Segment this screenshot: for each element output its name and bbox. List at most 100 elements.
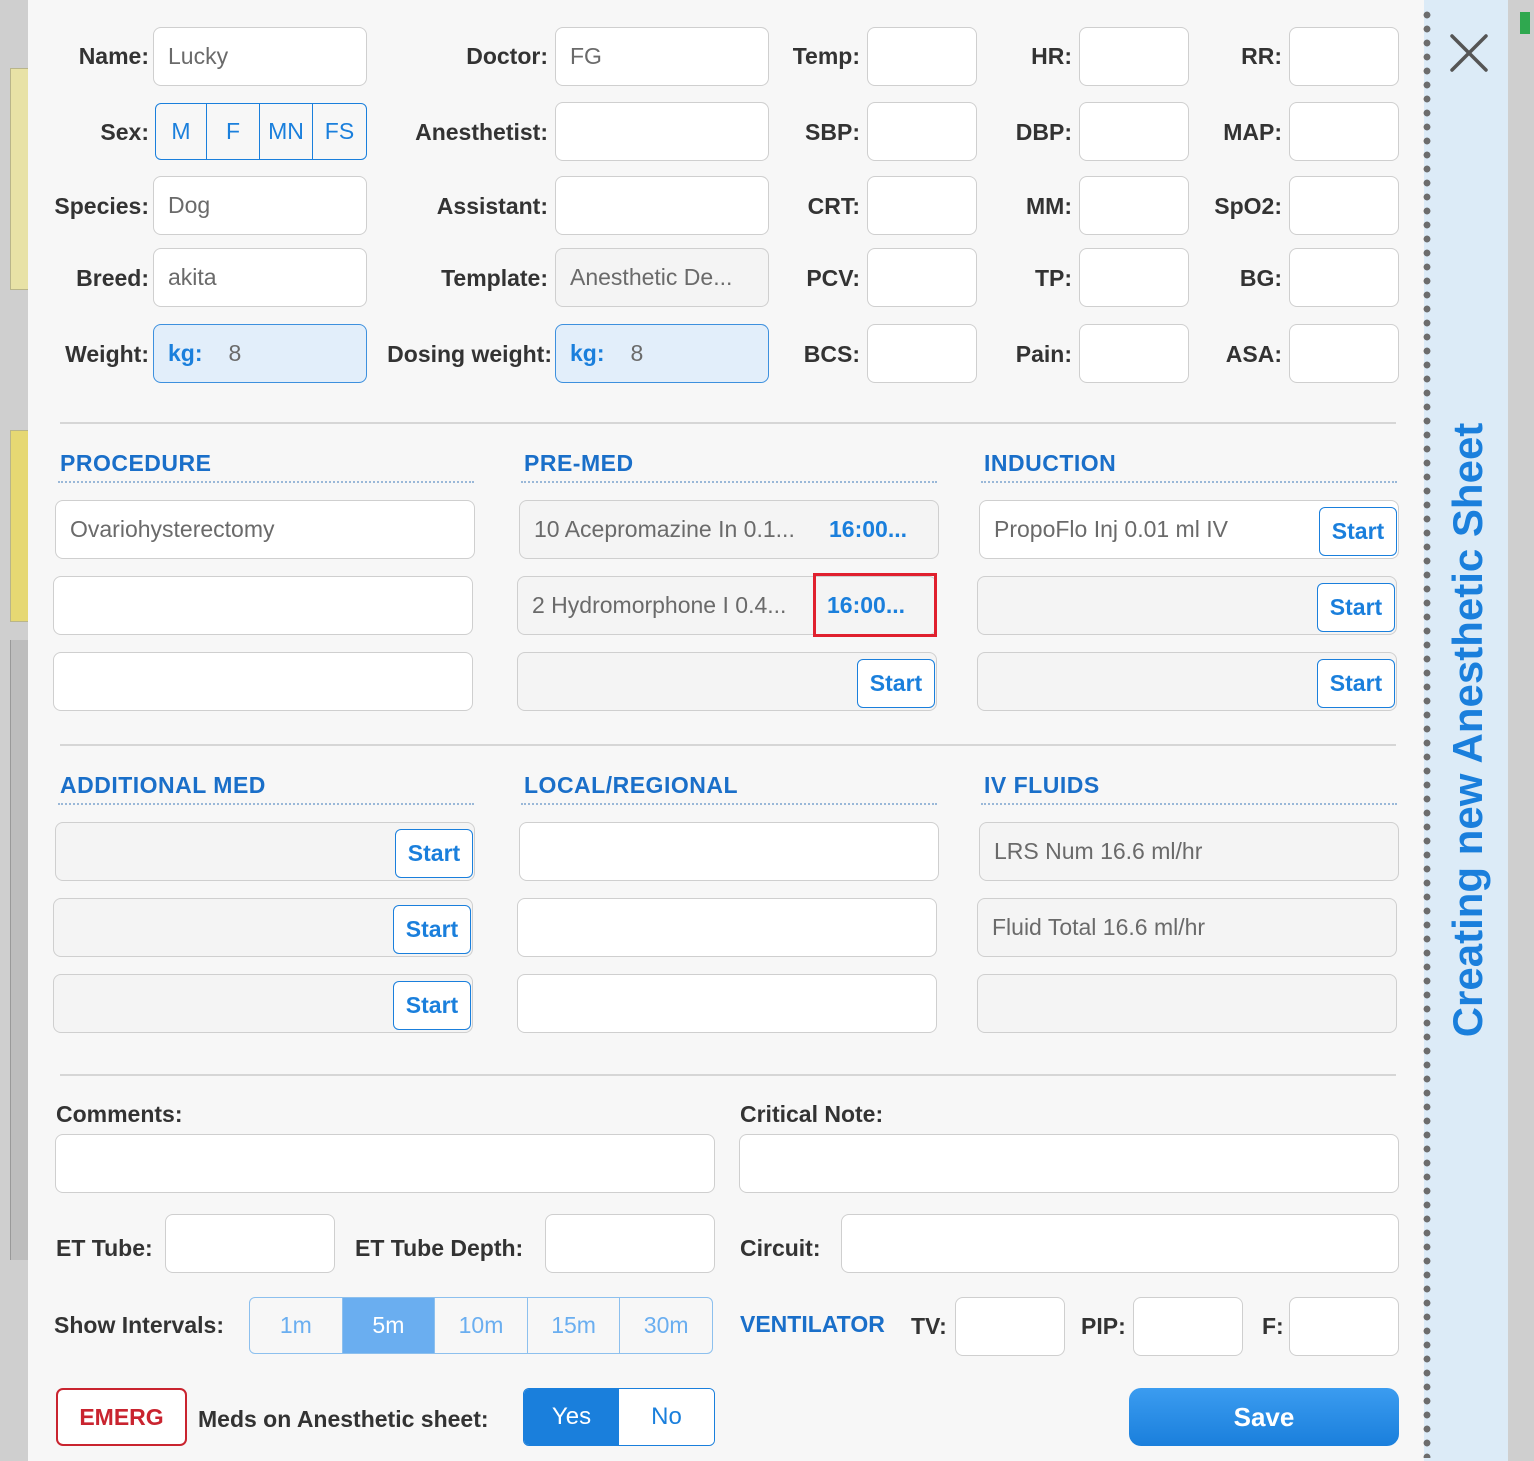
dotted-divider <box>1422 8 1432 1458</box>
spo2-field[interactable] <box>1289 176 1399 235</box>
additional-med-start-button[interactable]: Start <box>393 905 471 954</box>
crt-field[interactable] <box>867 176 977 235</box>
anesthetist-label: Anesthetist: <box>415 119 548 145</box>
sex-option-f[interactable]: F <box>207 104 260 159</box>
circuit-field[interactable] <box>841 1214 1399 1273</box>
pain-label: Pain: <box>1015 341 1072 367</box>
bg-field[interactable] <box>1289 248 1399 307</box>
local-regional-field[interactable] <box>517 898 937 957</box>
f-field[interactable] <box>1289 1297 1399 1356</box>
interval-selector: 1m 5m 10m 15m 30m <box>249 1297 713 1354</box>
mm-label: MM: <box>1026 193 1072 219</box>
premed-time[interactable]: 16:00... <box>829 500 907 559</box>
temp-label: Temp: <box>792 43 860 69</box>
weight-unit: kg: <box>168 340 203 366</box>
sex-option-m[interactable]: M <box>156 104 207 159</box>
name-label: Name: <box>78 43 149 69</box>
tv-label: TV: <box>911 1313 947 1339</box>
section-underline <box>981 803 1397 805</box>
bcs-label: BCS: <box>803 341 860 367</box>
sex-selector: M F MN FS <box>155 103 367 160</box>
weight-value: 8 <box>228 340 242 366</box>
local-regional-title: LOCAL/REGIONAL <box>524 772 738 798</box>
mm-field[interactable] <box>1079 176 1189 235</box>
pain-field[interactable] <box>1079 324 1189 383</box>
comments-label: Comments: <box>56 1101 183 1127</box>
bg-label: BG: <box>1239 265 1282 291</box>
weight-field[interactable]: kg: 8 <box>153 324 367 383</box>
premed-item-text: 10 Acepromazine In 0.1... <box>534 516 795 542</box>
divider <box>60 744 1396 746</box>
interval-1m[interactable]: 1m <box>250 1298 343 1353</box>
induction-item-text: PropoFlo Inj 0.01 ml IV <box>994 516 1228 542</box>
weight-label: Weight: <box>65 341 149 367</box>
et-tube-label: ET Tube: <box>56 1235 153 1261</box>
procedure-field[interactable] <box>53 652 473 711</box>
pcv-label: PCV: <box>806 265 860 291</box>
section-underline <box>981 481 1397 483</box>
bcs-field[interactable] <box>867 324 977 383</box>
interval-15m[interactable]: 15m <box>528 1298 621 1353</box>
dosing-weight-value: 8 <box>630 340 644 366</box>
pcv-field[interactable] <box>867 248 977 307</box>
additional-med-start-button[interactable]: Start <box>395 829 473 878</box>
interval-30m[interactable]: 30m <box>620 1298 712 1353</box>
anesthetist-field[interactable] <box>555 102 769 161</box>
name-field[interactable]: Lucky <box>153 27 367 86</box>
iv-fluid-item[interactable]: LRS Num 16.6 ml/hr <box>979 822 1399 881</box>
interval-10m[interactable]: 10m <box>435 1298 528 1353</box>
sbp-field[interactable] <box>867 102 977 161</box>
no-option[interactable]: No <box>619 1389 714 1445</box>
premed-start-button[interactable]: Start <box>857 659 935 708</box>
sex-option-fs[interactable]: FS <box>313 104 366 159</box>
pip-field[interactable] <box>1133 1297 1243 1356</box>
map-field[interactable] <box>1289 102 1399 161</box>
iv-fluid-item[interactable] <box>977 974 1397 1033</box>
rr-field[interactable] <box>1289 27 1399 86</box>
interval-5m[interactable]: 5m <box>342 1298 436 1353</box>
temp-field[interactable] <box>867 27 977 86</box>
procedure-field[interactable] <box>53 576 473 635</box>
iv-fluid-text: LRS Num 16.6 ml/hr <box>994 838 1203 864</box>
et-tube-field[interactable] <box>165 1214 335 1273</box>
section-underline <box>58 803 474 805</box>
dosing-weight-field[interactable]: kg: 8 <box>555 324 769 383</box>
tv-field[interactable] <box>955 1297 1065 1356</box>
tp-field[interactable] <box>1079 248 1189 307</box>
iv-fluid-item[interactable]: Fluid Total 16.6 ml/hr <box>977 898 1397 957</box>
doctor-field[interactable]: FG <box>555 27 769 86</box>
species-field[interactable]: Dog <box>153 176 367 235</box>
induction-title: INDUCTION <box>984 450 1117 476</box>
comments-field[interactable] <box>55 1134 715 1193</box>
background-indicator <box>1520 12 1530 34</box>
dbp-field[interactable] <box>1079 102 1189 161</box>
rr-label: RR: <box>1241 43 1282 69</box>
close-icon[interactable] <box>1448 32 1490 74</box>
species-label: Species: <box>54 193 149 219</box>
yes-option[interactable]: Yes <box>524 1389 619 1445</box>
local-regional-field[interactable] <box>519 822 939 881</box>
dosing-weight-label: Dosing weight: <box>387 341 552 367</box>
sex-option-mn[interactable]: MN <box>260 104 313 159</box>
hr-field[interactable] <box>1079 27 1189 86</box>
doctor-label: Doctor: <box>466 43 548 69</box>
asa-field[interactable] <box>1289 324 1399 383</box>
premed-title: PRE-MED <box>524 450 634 476</box>
meds-on-sheet-toggle: Yes No <box>523 1388 715 1446</box>
circuit-label: Circuit: <box>740 1235 821 1261</box>
save-button[interactable]: Save <box>1129 1388 1399 1446</box>
induction-start-button[interactable]: Start <box>1317 659 1395 708</box>
induction-start-button[interactable]: Start <box>1317 583 1395 632</box>
et-tube-depth-field[interactable] <box>545 1214 715 1273</box>
procedure-field[interactable]: Ovariohysterectomy <box>55 500 475 559</box>
induction-start-button[interactable]: Start <box>1319 507 1397 556</box>
template-label: Template: <box>441 265 548 291</box>
assistant-field[interactable] <box>555 176 769 235</box>
local-regional-field[interactable] <box>517 974 937 1033</box>
additional-med-start-button[interactable]: Start <box>393 981 471 1030</box>
emerg-button[interactable]: EMERG <box>56 1388 187 1446</box>
critical-note-field[interactable] <box>739 1134 1399 1193</box>
name-value: Lucky <box>168 43 229 69</box>
breed-field[interactable]: akita <box>153 248 367 307</box>
template-field[interactable]: Anesthetic De... <box>555 248 769 307</box>
